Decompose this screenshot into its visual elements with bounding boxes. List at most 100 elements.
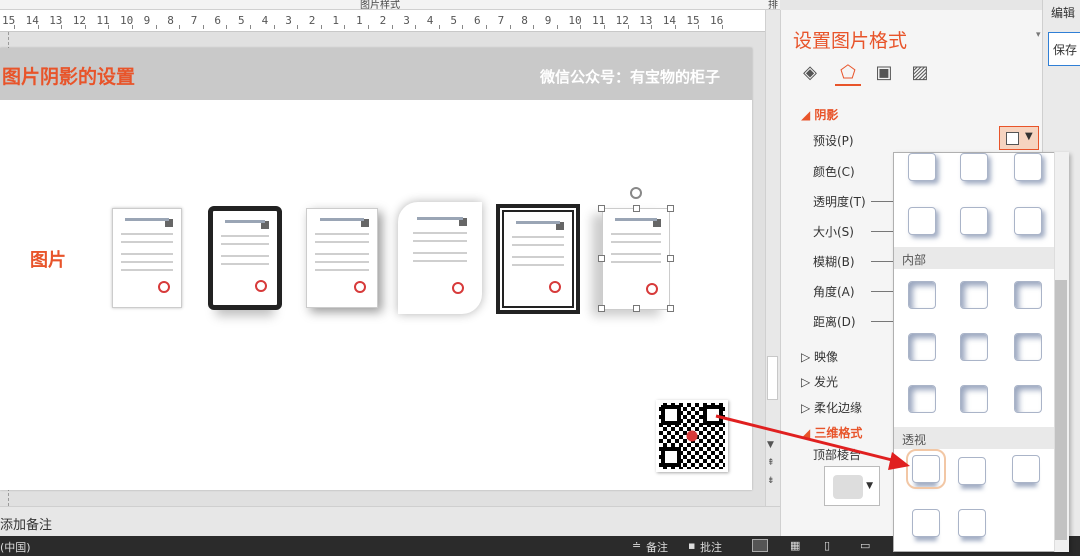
ruler-tick	[297, 25, 299, 29]
slide-sorter-icon[interactable]: ▦	[790, 539, 800, 552]
shadow-preset-inner[interactable]	[1014, 333, 1042, 361]
shadow-color-label: 颜色(C)	[813, 165, 855, 179]
shadow-preset-outer[interactable]	[1014, 153, 1042, 181]
ruler-number: 9	[143, 14, 151, 27]
picture-tab-icon[interactable]: ▨	[907, 60, 933, 86]
resize-handle-br[interactable]	[667, 305, 674, 312]
ruler-tick	[155, 25, 157, 29]
save-button[interactable]: 保存	[1048, 32, 1080, 66]
ruler-number: 7	[497, 14, 505, 27]
slide-title[interactable]: 图片阴影的设置	[2, 62, 135, 89]
ruler-number: 3	[403, 14, 410, 27]
shadow-preset-label: 预设(P)	[813, 134, 854, 148]
ruler-number: 5	[450, 14, 458, 27]
certificate-image-5[interactable]	[496, 204, 580, 314]
shadow-preset-perspective[interactable]	[912, 509, 940, 537]
shadow-preset-inner[interactable]	[908, 281, 936, 309]
shadow-preset-outer[interactable]	[1014, 207, 1042, 235]
ruler-tick	[37, 25, 39, 29]
certificate-image-3[interactable]	[306, 208, 378, 308]
shadow-transparency-label: 透明度(T)	[813, 195, 866, 209]
ruler-number: 2	[379, 14, 387, 27]
shadow-preset-inner[interactable]	[908, 333, 936, 361]
canvas-scroll-thumb[interactable]	[767, 356, 778, 400]
comments-button[interactable]: 批注	[700, 539, 722, 555]
ruler-number: 4	[261, 14, 269, 27]
certificate-image-1[interactable]	[112, 208, 182, 308]
ruler-tick	[556, 25, 558, 29]
comments-icon[interactable]: ▪	[688, 539, 695, 552]
certificate-image-4[interactable]	[398, 202, 482, 314]
shadow-preset-dropdown[interactable]: ▼	[999, 126, 1039, 150]
ruler-number: 9	[544, 14, 552, 27]
ruler-tick	[651, 25, 653, 29]
resize-handle-tr[interactable]	[667, 205, 674, 212]
ruler-tick	[604, 25, 605, 29]
shadow-preset-outer[interactable]	[908, 207, 936, 235]
slide-wechat-label[interactable]: 微信公众号：有宝物的柜子	[540, 66, 720, 87]
resize-handle-l[interactable]	[598, 255, 605, 262]
shadow-section-header[interactable]: ◢ 阴影	[801, 106, 838, 123]
size-properties-tab-icon[interactable]: ▣	[871, 60, 897, 86]
gallery-scroll-thumb[interactable]	[1055, 280, 1067, 540]
chevron-down-icon: ▼	[1025, 131, 1033, 142]
ruler-tick	[509, 25, 511, 29]
notes-placeholder[interactable]: 添加备注	[0, 514, 52, 533]
ruler-tick	[415, 25, 417, 29]
shadow-preset-perspective[interactable]	[958, 457, 986, 485]
reflection-label: 映像	[814, 350, 839, 364]
shadow-preset-perspective[interactable]	[958, 509, 986, 537]
shadow-preset-perspective[interactable]	[1012, 455, 1040, 483]
ruler-tick	[391, 25, 393, 29]
ruler-tick	[438, 25, 440, 29]
shadow-heading: 阴影	[814, 108, 839, 122]
slide[interactable]: 图片阴影的设置 微信公众号：有宝物的柜子 图片	[0, 48, 752, 490]
chevron-down-icon: ▼	[866, 481, 873, 491]
reading-view-icon[interactable]: ▯	[824, 539, 830, 552]
shadow-preset-inner[interactable]	[960, 333, 988, 361]
resize-handle-b[interactable]	[633, 305, 640, 312]
shadow-preset-outer[interactable]	[908, 153, 936, 181]
horizontal-ruler[interactable]: 15 14 13 12 11 10 9 8 7 6 5 4 3 2 1 1 2 3 4 5 6 7 8 9 10 11 12 13 14…	[0, 10, 765, 32]
shadow-angle-label: 角度(A)	[813, 285, 855, 299]
glow-section-header[interactable]: ▷ 发光	[801, 373, 838, 390]
notes-toggle-icon[interactable]: ≐	[632, 539, 641, 552]
normal-view-icon[interactable]	[752, 539, 768, 552]
shadow-preset-inner[interactable]	[1014, 385, 1042, 413]
shadow-preset-outer[interactable]	[960, 153, 988, 181]
ruler-tick	[486, 25, 487, 29]
ruler-number: 8	[521, 14, 528, 27]
fill-line-tab-icon[interactable]: ◈	[797, 60, 823, 86]
shadow-preset-inner[interactable]	[960, 281, 988, 309]
ruler-tick	[533, 25, 535, 29]
resize-handle-t[interactable]	[633, 205, 640, 212]
certificate-image-2[interactable]	[208, 206, 282, 310]
ruler-tick	[674, 25, 676, 29]
shadow-blur-label: 模糊(B)	[813, 255, 855, 269]
ruler-tick	[202, 25, 204, 29]
certificate-image-6-selected[interactable]	[602, 208, 670, 310]
resize-handle-r[interactable]	[667, 255, 674, 262]
resize-handle-tl[interactable]	[598, 205, 605, 212]
ruler-tick	[627, 25, 629, 29]
reflection-section-header[interactable]: ▷ 映像	[801, 348, 838, 365]
edit-label[interactable]: 编辑	[1051, 4, 1075, 21]
slide-picture-label[interactable]: 图片	[30, 246, 66, 272]
shadow-preset-inner[interactable]	[960, 385, 988, 413]
language-status[interactable]: (中国)	[0, 539, 31, 555]
effects-tab-icon[interactable]: ⬠	[835, 60, 861, 86]
shadow-preset-outer[interactable]	[960, 207, 988, 235]
shadow-distance-label: 距离(D)	[813, 315, 856, 329]
ruler-tick	[320, 25, 322, 29]
ruler-number: 8	[167, 14, 174, 27]
slideshow-icon[interactable]: ▭	[860, 539, 870, 552]
notes-toggle-button[interactable]: 备注	[646, 539, 668, 555]
ruler-tick	[179, 25, 181, 29]
notes-pane[interactable]: 添加备注	[0, 506, 780, 536]
resize-handle-bl[interactable]	[598, 305, 605, 312]
ruler-number: 6	[214, 14, 222, 27]
rotate-handle-icon[interactable]	[630, 187, 642, 199]
ruler-number: 1	[332, 14, 340, 27]
pane-menu-icon[interactable]: ▾	[1036, 30, 1041, 40]
shadow-preset-inner[interactable]	[1014, 281, 1042, 309]
